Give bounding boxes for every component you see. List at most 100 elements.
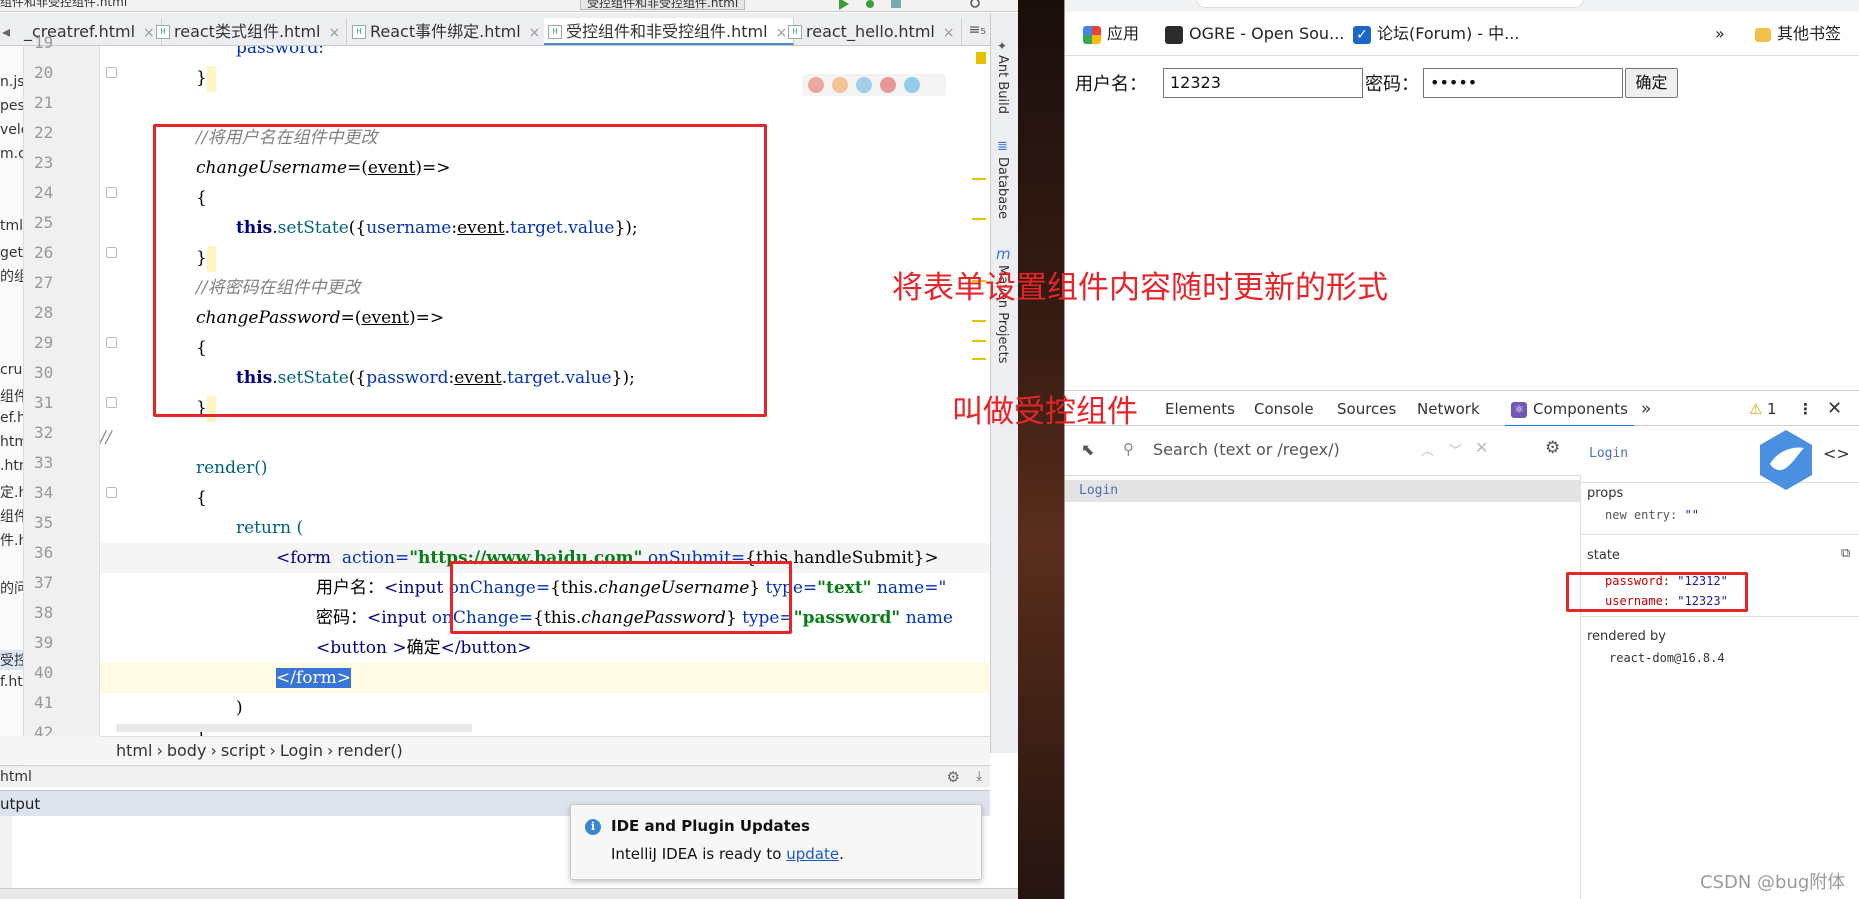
- other-bookmarks[interactable]: 其他书签: [1755, 12, 1841, 56]
- breadcrumb-item[interactable]: Login: [280, 741, 323, 760]
- rendered-by-value[interactable]: react-dom@16.8.4: [1609, 651, 1725, 665]
- kebab-menu-icon[interactable]: ⋮: [1798, 391, 1813, 427]
- project-tree-item[interactable]: 件.h: [0, 530, 23, 550]
- highlight-state-values: [1566, 572, 1748, 612]
- close-icon[interactable]: ×: [328, 25, 340, 41]
- notification-text: .: [839, 845, 844, 863]
- chrome-icon[interactable]: [808, 77, 824, 93]
- rendered-by-header: rendered by: [1587, 629, 1666, 644]
- warning-marker-icon[interactable]: [976, 52, 986, 64]
- line-number: 24: [34, 183, 54, 202]
- coverage-icon[interactable]: [888, 0, 904, 10]
- divider: [1581, 534, 1859, 535]
- database-tool[interactable]: Database: [995, 157, 1010, 219]
- gear-icon[interactable]: ⚙: [947, 766, 960, 788]
- project-tree-item[interactable]: 组件: [0, 506, 23, 526]
- view-source-icon[interactable]: <>: [1823, 444, 1850, 463]
- warning-icon[interactable]: ⚠: [1749, 391, 1762, 427]
- ant-build-tool[interactable]: Ant Build: [995, 55, 1010, 114]
- output-tab-label[interactable]: utput: [0, 795, 40, 813]
- project-tree-item[interactable]: crus: [0, 362, 23, 378]
- devtools-tab-components[interactable]: ⚛ Components: [1505, 391, 1634, 427]
- tab-scroll-left-icon[interactable]: ◂: [2, 18, 10, 45]
- project-tree-item[interactable]: ef.h: [0, 410, 23, 426]
- clear-search-icon[interactable]: ✕: [1475, 438, 1488, 457]
- project-tree-item[interactable]: n.js: [0, 74, 23, 90]
- project-tree-item[interactable]: m.c: [0, 146, 23, 162]
- run-tab-label[interactable]: html: [0, 769, 32, 785]
- search-everywhere-icon[interactable]: [968, 0, 984, 10]
- bookmarks-bar: 应用 OGRE - Open Sou... ✓ 论坛(Forum) - 中... …: [1065, 12, 1859, 56]
- open-in-browser-icons: [802, 74, 946, 96]
- gear-icon[interactable]: ⚙: [1545, 438, 1560, 458]
- close-icon[interactable]: ✕: [1827, 391, 1842, 427]
- edge-icon[interactable]: [904, 77, 920, 93]
- code-token: ): [236, 698, 243, 718]
- project-tree-item[interactable]: 组件: [0, 386, 23, 406]
- copy-icon[interactable]: ⧉: [1841, 546, 1850, 561]
- devtools-tab-sources[interactable]: Sources: [1337, 391, 1396, 427]
- project-tree-item[interactable]: 的组: [0, 266, 23, 286]
- breadcrumb-item[interactable]: html: [116, 741, 152, 760]
- brace-match-marker: [206, 65, 216, 92]
- ogre-icon: [1165, 25, 1183, 44]
- run-panel-header: html ⚙ ⤓: [0, 765, 990, 787]
- username-input[interactable]: 12323: [1163, 68, 1363, 98]
- project-tree-item[interactable]: velo: [0, 122, 23, 138]
- code-string: "text": [817, 578, 872, 598]
- tab-react-event-binding[interactable]: H React事件绑定.html ×: [348, 18, 548, 45]
- project-tree-item[interactable]: pes.: [0, 98, 23, 114]
- search-next-icon[interactable]: ﹀: [1449, 440, 1462, 459]
- search-prev-icon[interactable]: ︿: [1421, 440, 1434, 459]
- submit-button[interactable]: 确定: [1625, 68, 1678, 98]
- component-tree-item-login[interactable]: Login: [1065, 480, 1581, 502]
- devtools-tab-network[interactable]: Network: [1417, 391, 1480, 427]
- state-header: state: [1587, 548, 1620, 563]
- element-picker-icon[interactable]: ⬉: [1081, 440, 1094, 459]
- update-link[interactable]: update: [786, 845, 839, 863]
- url-field[interactable]: [1195, 0, 1585, 8]
- firefox-icon[interactable]: [832, 77, 848, 93]
- safari-icon[interactable]: [856, 77, 872, 93]
- devtools-tab-elements[interactable]: Elements: [1165, 391, 1235, 427]
- tab-controlled-components[interactable]: H 受控组件和非受控组件.html ×: [544, 18, 795, 45]
- warning-count: 1: [1767, 400, 1777, 418]
- horizontal-scrollbar[interactable]: [116, 724, 472, 732]
- html-file-icon: H: [156, 25, 170, 39]
- run-config-selector[interactable]: 受控组件和非受控组件.html: [580, 0, 746, 10]
- devtools-tab-console[interactable]: Console: [1254, 391, 1314, 427]
- project-tree-item-selected[interactable]: 受控: [0, 650, 23, 670]
- search-input[interactable]: Search (text or /regex/): [1153, 440, 1340, 459]
- close-icon[interactable]: ×: [529, 25, 541, 41]
- tab-react-class-component[interactable]: H react类式组件.html ×: [152, 18, 348, 45]
- props-new-entry[interactable]: new entry: "": [1605, 508, 1699, 522]
- update-notification[interactable]: i IDE and Plugin Updates IntelliJ IDEA i…: [570, 804, 982, 880]
- hide-panel-icon[interactable]: ⤓: [976, 766, 982, 788]
- bookmark-ogre[interactable]: OGRE - Open Sou...: [1165, 12, 1344, 56]
- tab-label: react类式组件.html: [174, 22, 321, 41]
- breadcrumb-item[interactable]: render(): [337, 741, 402, 760]
- project-tree-item[interactable]: 定.h: [0, 482, 23, 502]
- breadcrumb-item[interactable]: body: [167, 741, 207, 760]
- bookmark-apps[interactable]: 应用: [1083, 12, 1139, 56]
- bookmarks-more-button[interactable]: »: [1715, 12, 1725, 56]
- bookmark-forum[interactable]: ✓ 论坛(Forum) - 中...: [1353, 12, 1519, 56]
- debug-icon[interactable]: [862, 0, 878, 10]
- project-tree-item[interactable]: f.htm: [0, 674, 23, 690]
- breadcrumb-item[interactable]: script: [221, 741, 266, 760]
- component-tree: Login: [1065, 476, 1581, 899]
- password-input[interactable]: •••••: [1423, 68, 1623, 98]
- tab-label: Components: [1533, 400, 1628, 418]
- opera-icon[interactable]: [880, 77, 896, 93]
- run-icon[interactable]: [836, 0, 852, 10]
- project-tree-item[interactable]: tml: [0, 218, 23, 234]
- devtools-more-tabs[interactable]: »: [1641, 391, 1651, 427]
- project-tree-item[interactable]: get标: [0, 242, 23, 262]
- tab-overflow-button[interactable]: ≡₅: [969, 22, 986, 38]
- project-tree-item[interactable]: 的问: [0, 578, 23, 598]
- project-tree-item[interactable]: .htm: [0, 458, 23, 474]
- notification-body: IntelliJ IDEA is ready to update.: [611, 845, 844, 863]
- tab-react-hello[interactable]: H react_hello.html ×: [784, 18, 962, 45]
- close-icon[interactable]: ×: [943, 25, 955, 41]
- project-tree-item[interactable]: htm: [0, 434, 23, 450]
